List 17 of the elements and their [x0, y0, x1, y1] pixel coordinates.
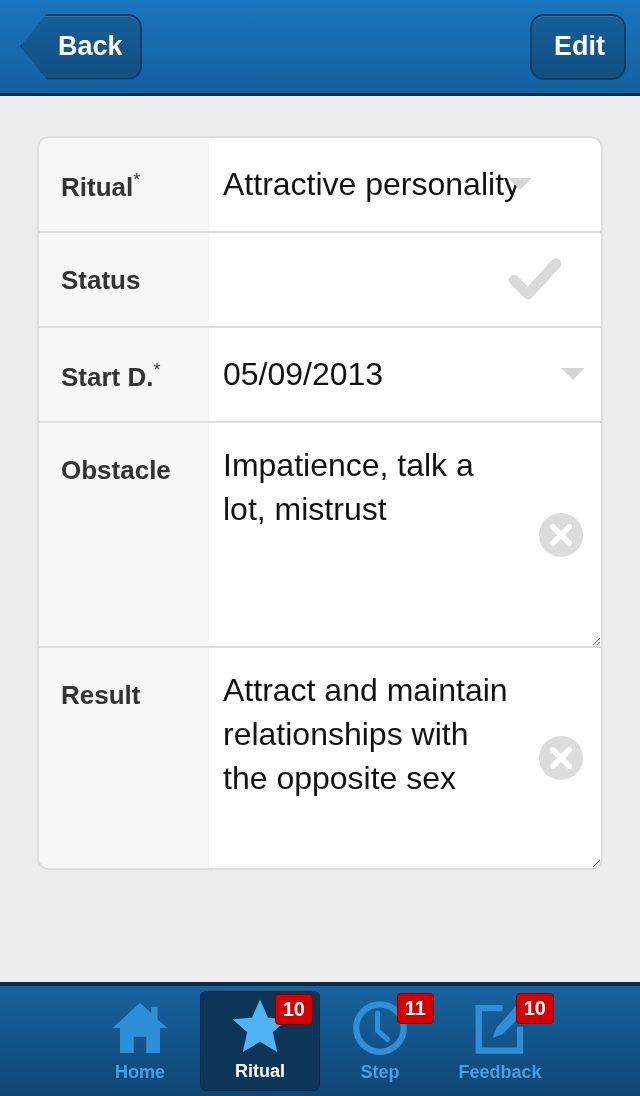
field-label: Ritual$^{*}$ — [39, 138, 209, 231]
nav-tab[interactable]: Feedback 10 — [440, 991, 560, 1091]
select-field[interactable]: Attractive personality — [209, 138, 601, 231]
count-badge: 10 — [515, 993, 554, 1024]
nav-tab[interactable]: Step 11 — [320, 991, 440, 1091]
date-field[interactable]: 05/09/2013 — [209, 328, 601, 421]
field-label: Start D.$^{*}$ — [39, 328, 209, 421]
back-button[interactable]: Back — [20, 13, 142, 80]
count-badge: 10 — [274, 994, 313, 1025]
field-label: Status — [39, 233, 209, 326]
clear-icon[interactable] — [539, 512, 583, 557]
edit-button[interactable]: Edit — [530, 13, 626, 80]
clear-icon[interactable] — [539, 736, 583, 780]
count-badge: 11 — [396, 993, 434, 1024]
nav-tab[interactable]: Ritual 10 — [200, 991, 320, 1091]
field-label: Result — [39, 648, 209, 868]
field-label: Obstacle — [39, 423, 209, 646]
